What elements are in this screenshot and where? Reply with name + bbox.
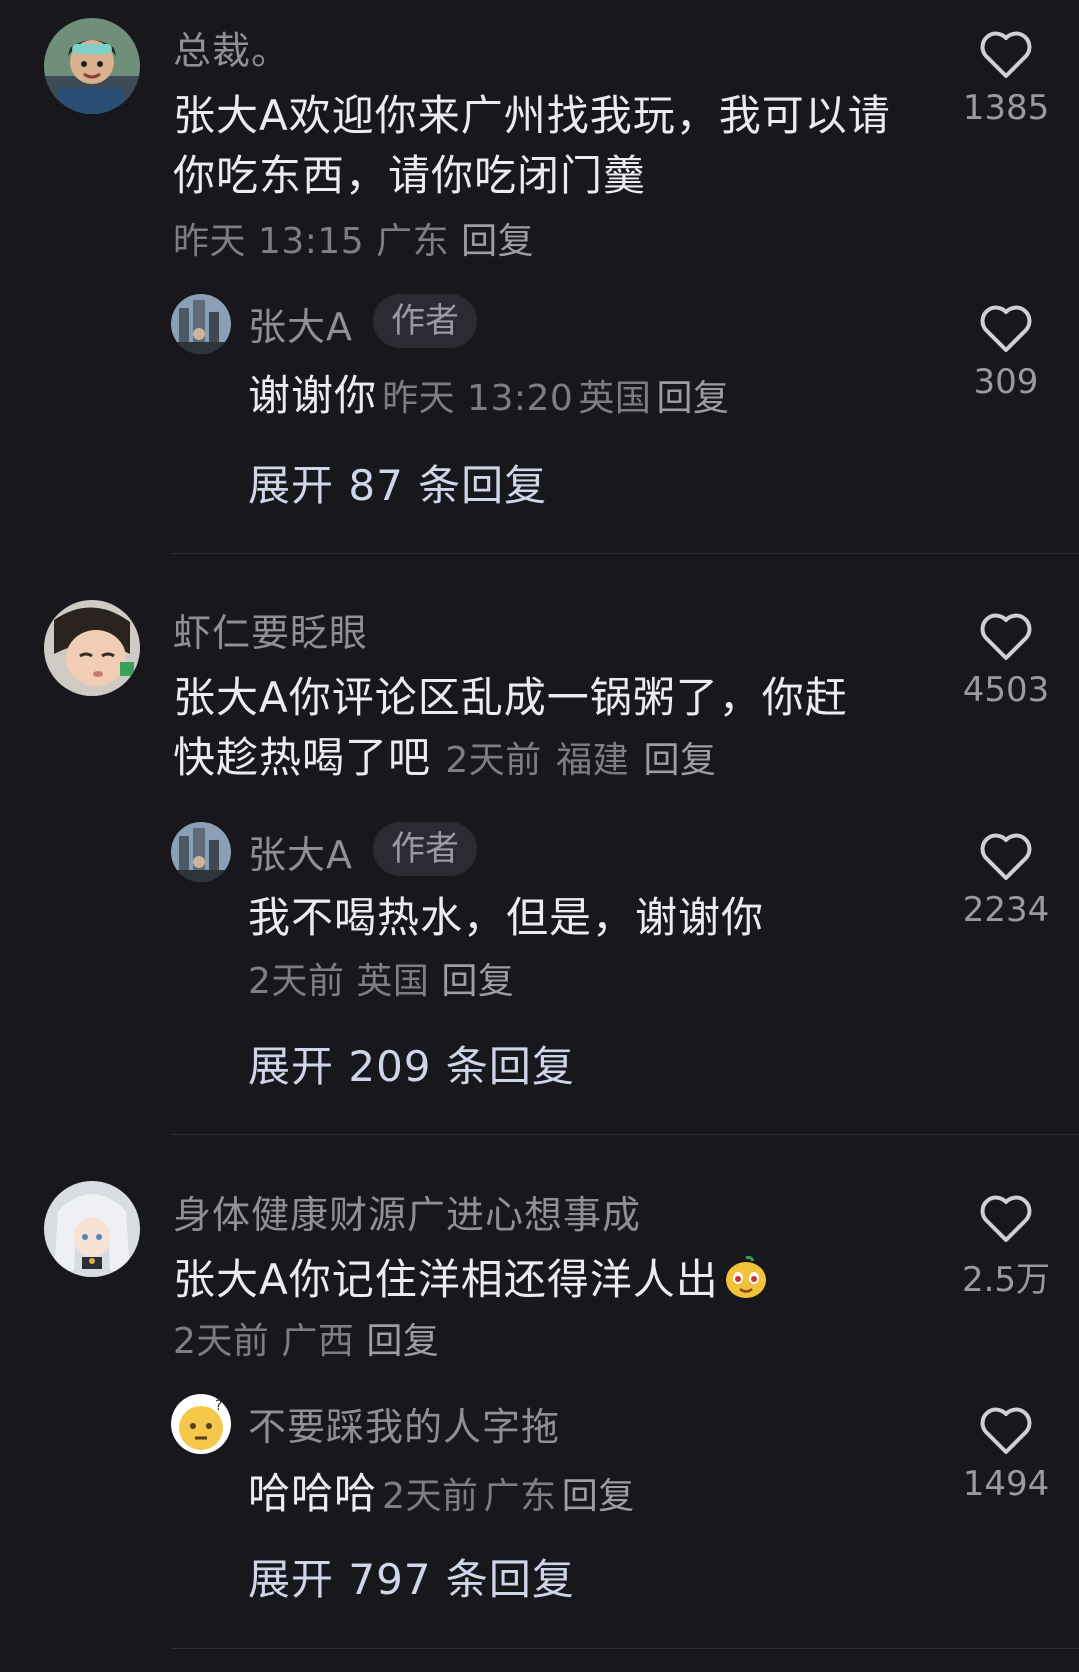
reply-line: 哈哈哈 2天前 广东 回复: [248, 1460, 635, 1521]
comment-username[interactable]: 虾仁要眨眼: [173, 602, 368, 657]
divider: [171, 1134, 1079, 1135]
author-username[interactable]: 张大A: [248, 296, 353, 351]
city-avatar-icon: [171, 294, 231, 354]
city-avatar-icon: [171, 822, 231, 882]
comment-text-content: 张大A你记住洋相还得洋人出: [173, 1255, 719, 1304]
comment-meta: 昨天 13:15 广东 回复: [173, 212, 534, 264]
comment-text-line: 快趁热喝了吧: [173, 733, 432, 782]
user-avatar[interactable]: [44, 600, 140, 696]
reply-button[interactable]: 回复: [366, 1321, 439, 1362]
confused-face-icon: ?: [171, 1394, 231, 1454]
comment-username[interactable]: 身体健康财源广进心想事成: [173, 1184, 641, 1239]
reply-location: 广东: [483, 1476, 557, 1517]
reply-button[interactable]: 回复: [562, 1476, 635, 1517]
reply-button[interactable]: 回复: [441, 961, 514, 1002]
heart-icon: [980, 833, 1032, 880]
user-avatar[interactable]: [44, 18, 140, 114]
like-count: 1385: [962, 88, 1050, 128]
author-avatar[interactable]: [171, 822, 231, 882]
reply-time: 2天前: [382, 1476, 479, 1517]
reply-meta: 2天前 英国 回复: [248, 952, 514, 1004]
anime-avatar-icon: [44, 1181, 140, 1277]
comment-meta: 2天前 广西 回复: [173, 1312, 439, 1364]
reply-time: 2天前: [248, 961, 345, 1002]
reply-button[interactable]: 回复: [461, 221, 534, 262]
comment-username[interactable]: 总裁。: [173, 20, 290, 75]
reply-time: 昨天 13:20: [382, 378, 574, 419]
expand-replies-button[interactable]: 展开 209 条回复: [248, 1033, 575, 1094]
reply-button[interactable]: 回复: [644, 740, 717, 781]
person-avatar-icon: [44, 18, 140, 114]
author-badge: 作者: [373, 294, 477, 348]
svg-text:?: ?: [215, 1398, 222, 1414]
like-button[interactable]: 309: [946, 304, 1066, 402]
comment-time: 2天前: [445, 740, 542, 781]
heart-icon: [980, 613, 1032, 660]
expand-replies-button[interactable]: 展开 87 条回复: [248, 452, 547, 513]
author-badge: 作者: [373, 822, 477, 876]
comment-text: 张大A你评论区乱成一锅粥了，你赶 快趁热喝了吧 2天前 福建 回复: [173, 668, 913, 791]
comment-text-line: 张大A你评论区乱成一锅粥了，你赶: [173, 673, 848, 722]
divider: [171, 1648, 1079, 1649]
comment-text: 张大A你记住洋相还得洋人出: [173, 1250, 933, 1310]
like-count: 4503: [962, 670, 1050, 710]
like-button[interactable]: 4503: [946, 612, 1066, 710]
like-count: 2234: [962, 890, 1050, 930]
reply-avatar[interactable]: ?: [171, 1394, 231, 1454]
child-avatar-icon: [44, 600, 140, 696]
like-button[interactable]: 2.5万: [946, 1194, 1066, 1301]
heart-icon: [980, 31, 1032, 78]
reply-text: 哈哈哈: [248, 1469, 378, 1518]
like-button[interactable]: 1494: [946, 1406, 1066, 1504]
comment-location: 广东: [376, 221, 450, 262]
like-count: 309: [973, 362, 1039, 402]
reply-text: 我不喝热水，但是，谢谢你: [248, 893, 765, 942]
divider: [171, 553, 1079, 554]
comment-location: 福建: [556, 740, 630, 781]
author-avatar[interactable]: [171, 294, 231, 354]
user-avatar[interactable]: [44, 1181, 140, 1277]
author-username[interactable]: 张大A: [248, 824, 353, 879]
like-count: 2.5万: [961, 1260, 1051, 1300]
reply-location: 英国: [578, 378, 652, 419]
comment-time: 2天前: [173, 1321, 270, 1362]
reply-text: 谢谢你: [248, 371, 378, 420]
reply-line: 谢谢你 昨天 13:20 英国 回复: [248, 362, 730, 423]
comment-time: 昨天 13:15: [173, 221, 365, 262]
mango-emoji-icon: [725, 1255, 766, 1298]
like-button[interactable]: 1385: [946, 30, 1066, 128]
reply-username[interactable]: 不要踩我的人字拖: [248, 1396, 560, 1451]
comment-location: 广西: [281, 1321, 355, 1362]
comment-text: 张大A欢迎你来广州找我玩，我可以请你吃东西，请你吃闭门羹: [173, 91, 891, 200]
expand-replies-button[interactable]: 展开 797 条回复: [248, 1546, 575, 1607]
reply-location: 英国: [356, 961, 430, 1002]
like-button[interactable]: 2234: [946, 832, 1066, 930]
heart-icon: [980, 1195, 1032, 1242]
heart-icon: [980, 1407, 1032, 1454]
reply-button[interactable]: 回复: [657, 378, 730, 419]
like-count: 1494: [962, 1464, 1050, 1504]
heart-icon: [980, 305, 1032, 352]
